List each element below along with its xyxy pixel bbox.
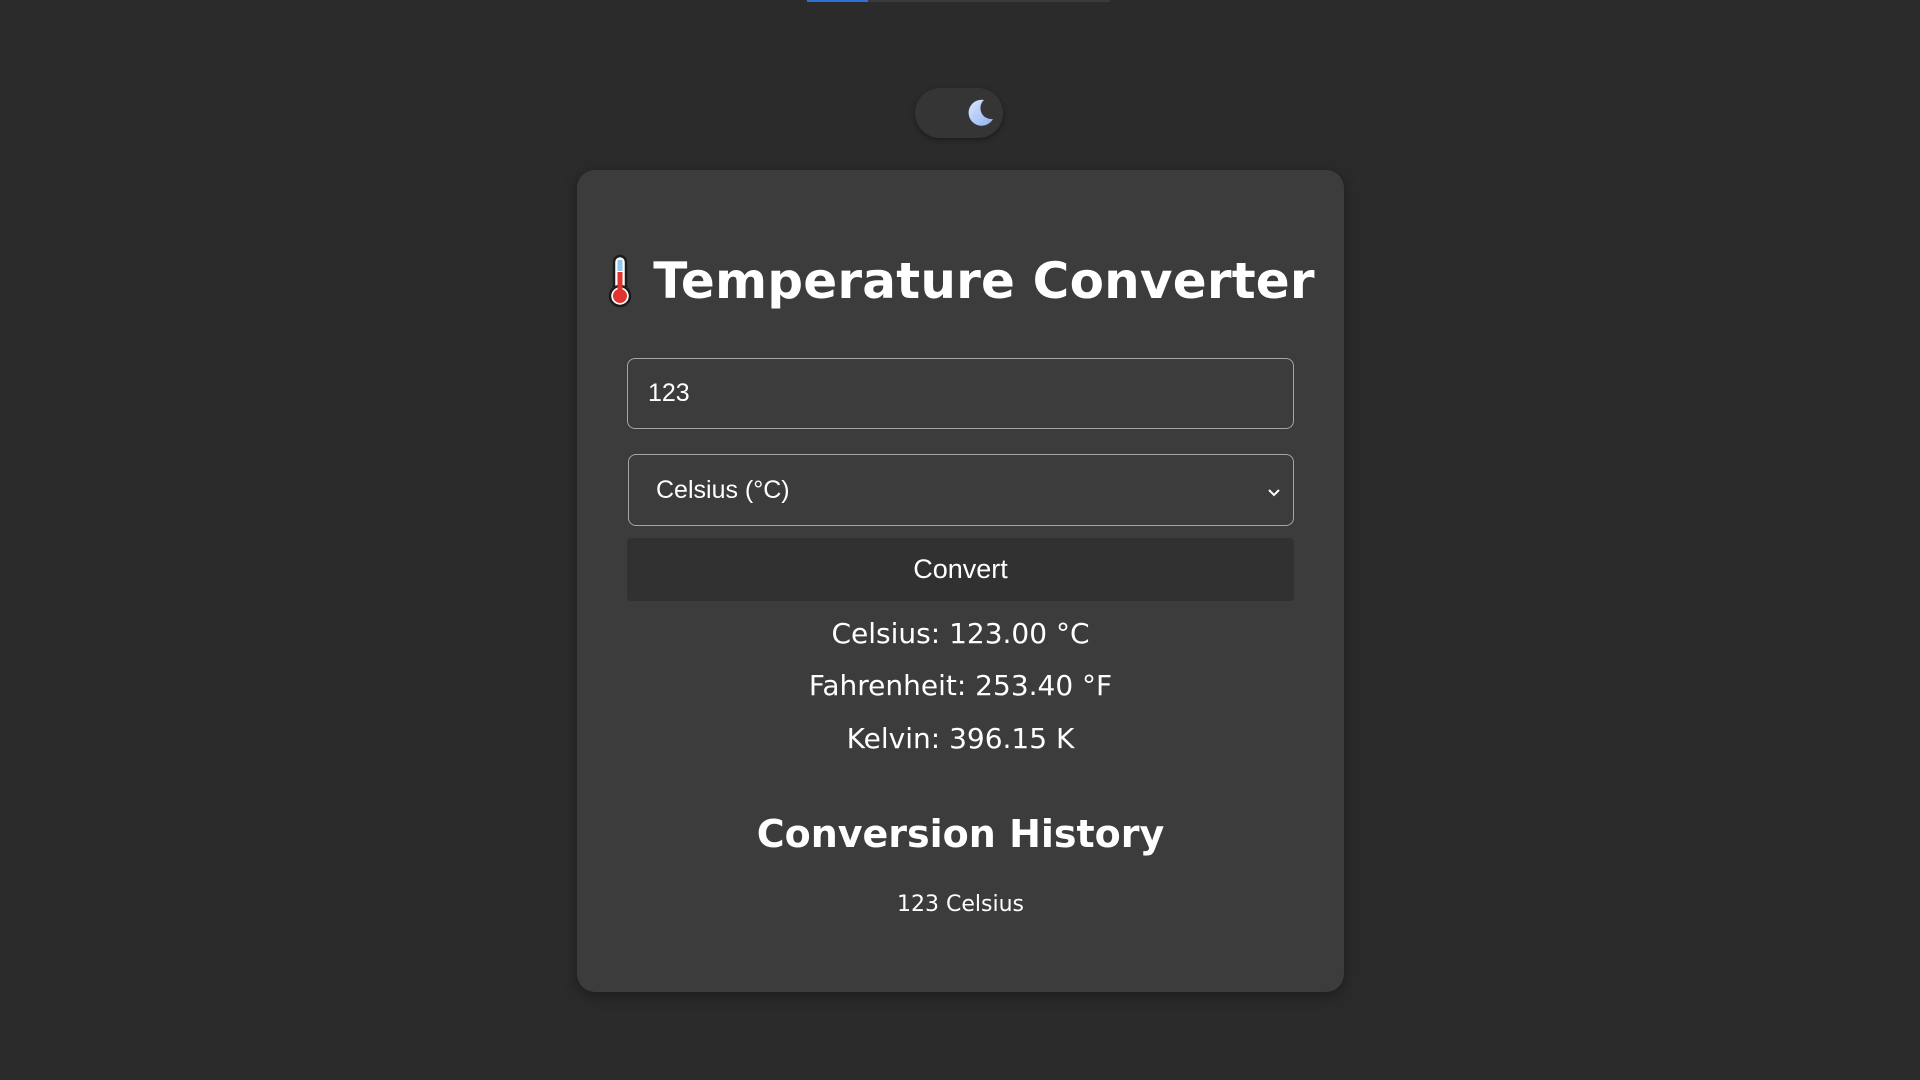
result-kelvin: Kelvin: 396.15 K xyxy=(846,722,1075,755)
theme-toggle-button[interactable] xyxy=(915,88,1003,138)
result-celsius: Celsius: 123.00 °C xyxy=(831,617,1090,650)
result-fahrenheit: Fahrenheit: 253.40 °F xyxy=(808,669,1113,702)
top-progress-bar xyxy=(807,0,1110,2)
chevron-down-icon xyxy=(1265,479,1283,497)
temperature-input[interactable] xyxy=(627,358,1294,429)
convert-button[interactable]: Convert xyxy=(627,538,1294,601)
history-title: Conversion History xyxy=(756,812,1165,856)
history-item: 123 Celsius xyxy=(897,892,1024,917)
unit-select-value: Celsius (°C) xyxy=(656,475,790,504)
thermometer-icon xyxy=(605,254,635,308)
top-progress-fill xyxy=(807,0,868,2)
page-title: Temperature Converter xyxy=(0,252,1920,310)
unit-select[interactable]: Celsius (°C) xyxy=(628,454,1294,526)
page-title-text: Temperature Converter xyxy=(653,252,1315,310)
moon-icon xyxy=(964,97,996,129)
